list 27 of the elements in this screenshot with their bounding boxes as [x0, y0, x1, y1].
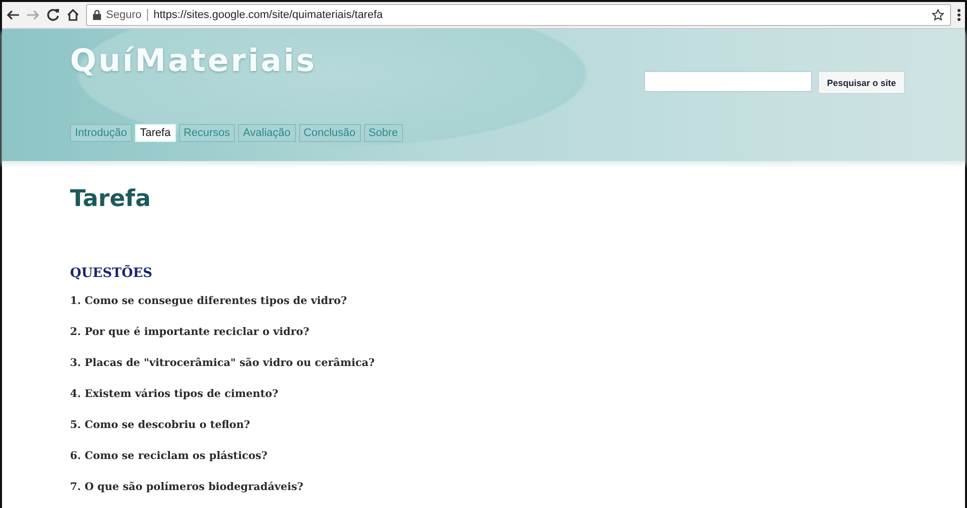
nav-tab[interactable]: Tarefa	[134, 124, 176, 142]
reload-icon[interactable]	[46, 8, 60, 22]
search-button[interactable]: Pesquisar o site	[818, 71, 905, 94]
address-bar[interactable]: Seguro https://sites.google.com/site/quimateriais/tarefa	[86, 4, 951, 26]
menu-icon[interactable]	[957, 8, 961, 22]
page-title: Tarefa	[70, 186, 152, 212]
lock-icon	[93, 10, 101, 20]
question-text: 2. Por que é importante reciclar o vidro?	[70, 325, 310, 340]
question-text: 6. Como se reciclam os plásticos?	[70, 449, 268, 464]
site-title: QuíMateriais	[70, 43, 318, 79]
nav-tab[interactable]: Introdução	[70, 124, 132, 142]
question-text: 4. Existem vários tipos de cimento?	[70, 387, 280, 402]
security-label: Seguro	[106, 9, 148, 21]
search-field[interactable]	[644, 71, 812, 92]
nav-tab[interactable]: Sobre	[364, 124, 403, 142]
back-icon[interactable]	[6, 8, 20, 22]
question-text: 5. Como se descobriu o teflon?	[70, 418, 252, 433]
question-text: 7. O que são polímeros biodegradáveis?	[70, 480, 304, 495]
nav-tab[interactable]: Recursos	[178, 124, 236, 142]
star-icon[interactable]	[932, 9, 944, 21]
url-text: https://sites.google.com/site/quimateriais/tarefa	[153, 9, 383, 21]
nav-tab[interactable]: Avaliação	[238, 124, 296, 142]
question-text: 1. Como se consegue diferentes tipos de vidro?	[70, 294, 348, 309]
nav-tab[interactable]: Conclusão	[298, 124, 361, 142]
home-icon[interactable]	[66, 8, 80, 22]
section-heading: QUESTÕES	[70, 266, 154, 281]
question-text: 3. Placas de "vitrocerâmica" são vidro ou cerâmica?	[70, 356, 376, 371]
